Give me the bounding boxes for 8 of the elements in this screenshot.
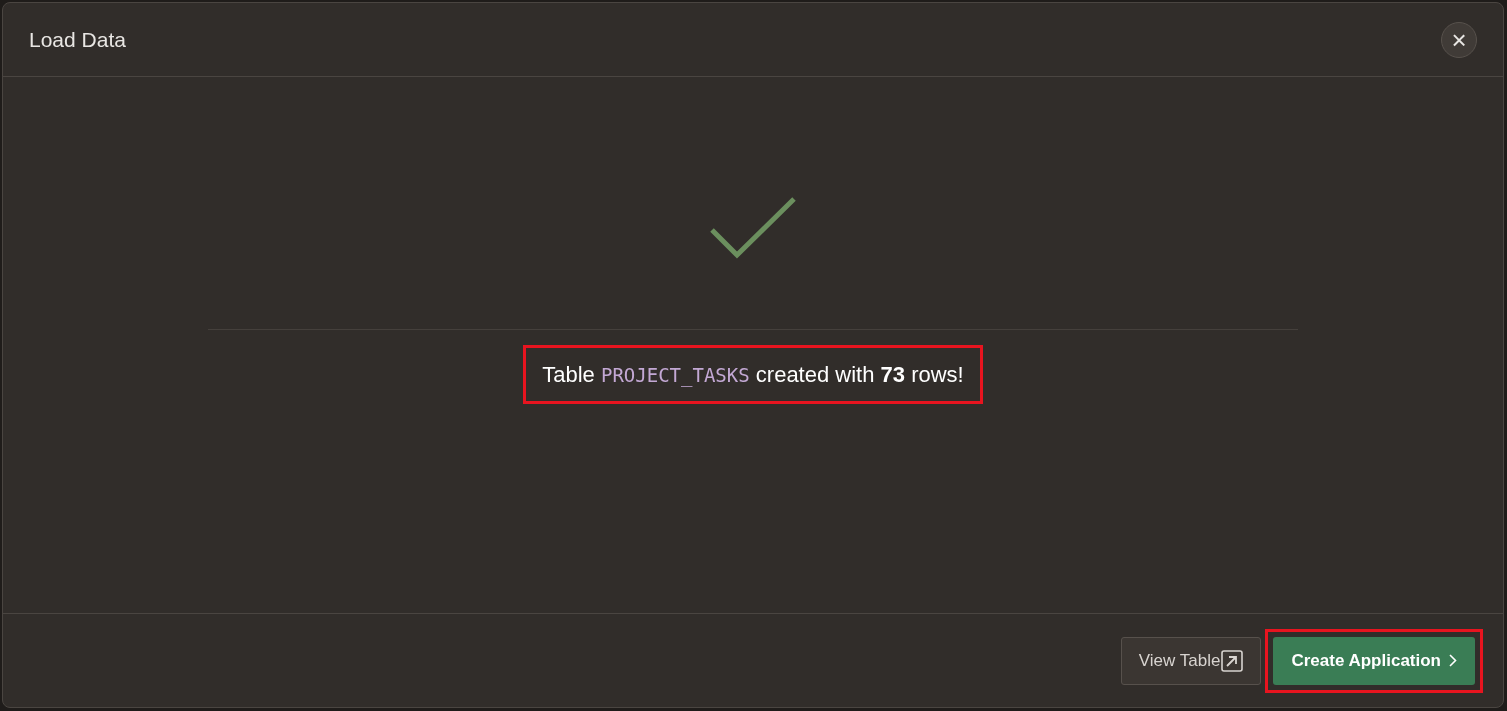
create-button[interactable]: Create Application	[1273, 636, 1475, 685]
external-link-icon	[1221, 649, 1244, 672]
view-table-button[interactable]: View Table	[1120, 636, 1262, 685]
checkmark-icon	[709, 196, 797, 260]
result-message: Table PROJECT_TASKS created with 73 rows!	[542, 361, 964, 389]
dialog-title: Load Data	[29, 26, 126, 53]
chevron-right-icon	[1449, 654, 1457, 667]
close-button[interactable]: ×	[1441, 21, 1477, 58]
